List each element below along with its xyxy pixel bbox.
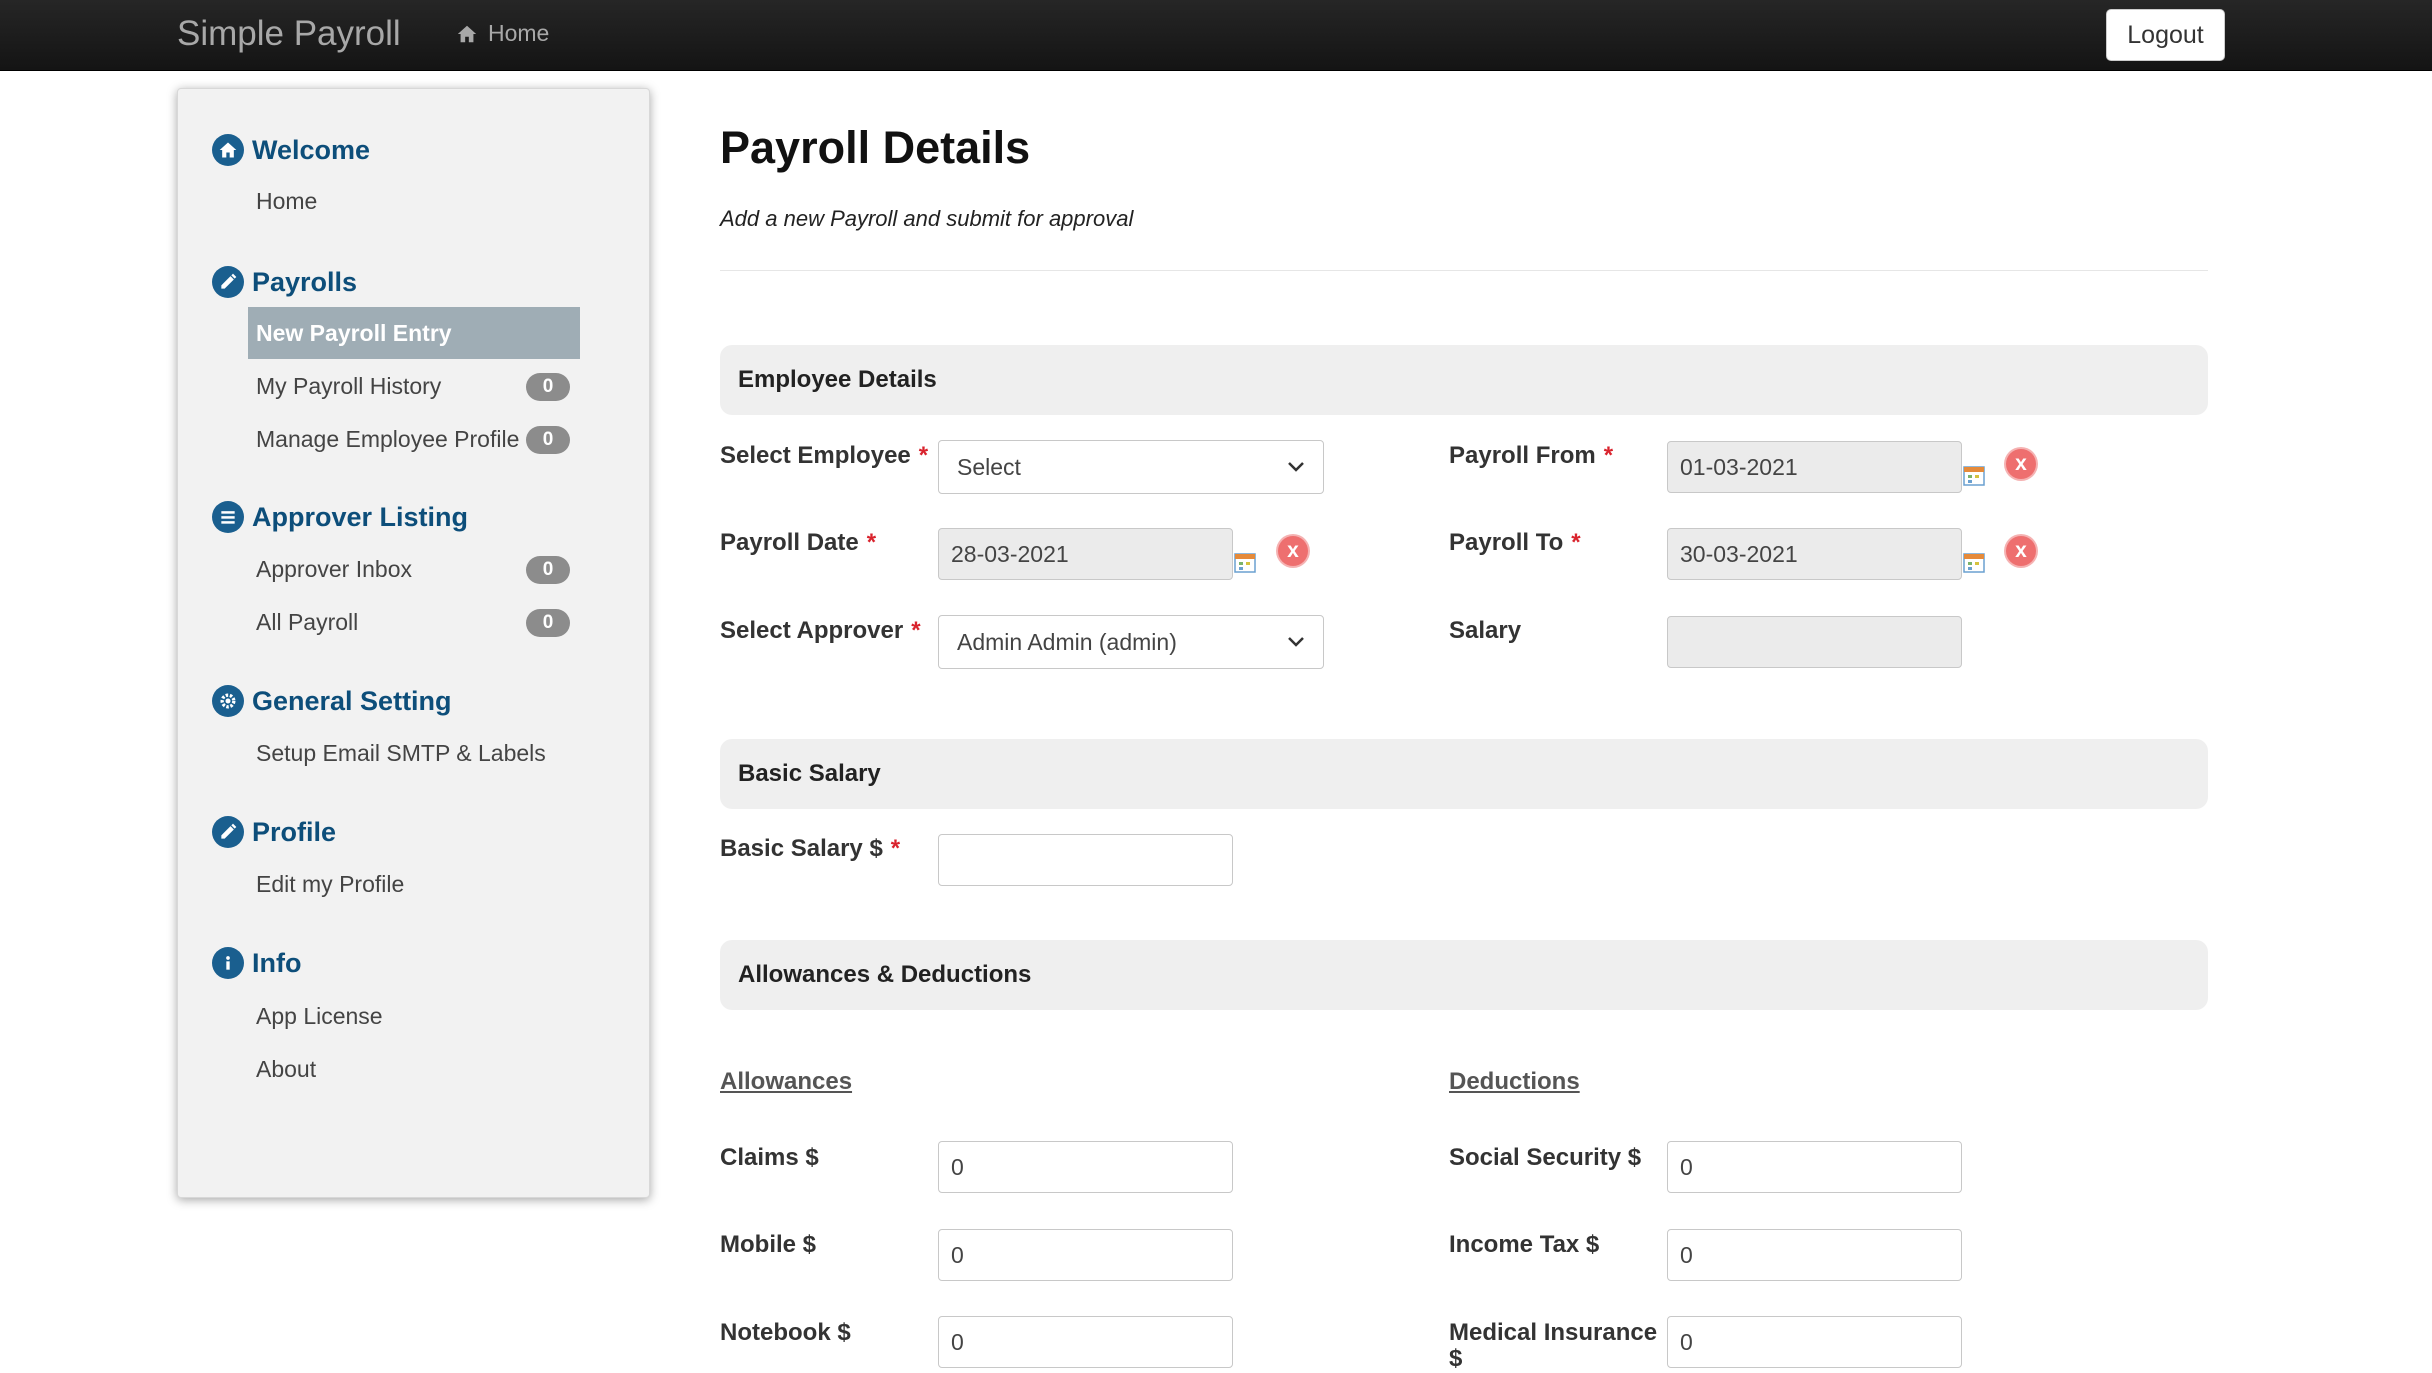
claims-input[interactable]: 0 [938, 1141, 1233, 1193]
sidebar-section-payrolls: Payrolls [212, 266, 357, 298]
sidebar-section-info: Info [212, 947, 301, 979]
clear-payroll-date-icon[interactable]: x [1278, 536, 1308, 566]
page-subtitle: Add a new Payroll and submit for approva… [720, 206, 1134, 231]
required-mark: * [866, 529, 877, 556]
medical-insurance-input[interactable]: 0 [1667, 1316, 1962, 1368]
sidebar-item-app-license[interactable]: App License [248, 990, 578, 1042]
gear-icon [212, 685, 244, 717]
clear-payroll-from-icon[interactable]: x [2006, 449, 2036, 479]
sidebar-item-manage-employee-profile[interactable]: Manage Employee Profile 0 [248, 413, 578, 465]
sidebar-section-title: Info [252, 947, 302, 978]
select-approver-dropdown[interactable]: Admin Admin (admin) [938, 615, 1324, 669]
sidebar-item-my-payroll-history[interactable]: My Payroll History 0 [248, 360, 578, 412]
sidebar-item-label: Manage Employee Profile [256, 425, 520, 452]
section-employee-details: Employee Details [720, 345, 2208, 415]
select-approver-value: Admin Admin (admin) [957, 628, 1177, 655]
sidebar-item-label: Setup Email SMTP & Labels [256, 739, 546, 766]
home-icon [457, 25, 477, 42]
select-employee-dropdown[interactable]: Select [938, 440, 1324, 494]
count-badge: 0 [526, 373, 570, 401]
basic-salary-input[interactable] [938, 834, 1233, 886]
payroll-to-label: Payroll To * [1449, 529, 1581, 556]
calendar-icon[interactable] [1962, 463, 1986, 487]
nav-home-link[interactable]: Home [456, 20, 549, 47]
sidebar-item-all-payroll[interactable]: All Payroll 0 [248, 596, 578, 648]
sidebar: Welcome Home Payrolls New Payroll Entry … [177, 88, 650, 1198]
mobile-label: Mobile $ [720, 1231, 817, 1258]
chevron-down-icon [1288, 637, 1304, 647]
sidebar-item-edit-my-profile[interactable]: Edit my Profile [248, 858, 578, 910]
select-employee-value: Select [957, 453, 1021, 480]
income-tax-label: Income Tax $ [1449, 1231, 1600, 1258]
count-badge: 0 [526, 609, 570, 637]
sidebar-section-approver-listing: Approver Listing [212, 501, 468, 533]
required-mark: * [1603, 442, 1614, 469]
sidebar-section-title: General Setting [252, 685, 452, 716]
home-icon [212, 134, 244, 166]
calendar-icon[interactable] [1233, 550, 1257, 574]
payroll-date-field[interactable]: 28-03-2021 [938, 528, 1233, 580]
logout-button[interactable]: Logout [2106, 9, 2225, 61]
clear-payroll-to-icon[interactable]: x [2006, 536, 2036, 566]
salary-label: Salary [1449, 617, 1522, 644]
divider [720, 270, 2208, 271]
count-badge: 0 [526, 556, 570, 584]
required-mark: * [890, 835, 901, 862]
claims-label: Claims $ [720, 1144, 819, 1171]
sidebar-item-label: Edit my Profile [256, 870, 405, 897]
sidebar-item-home[interactable]: Home [248, 175, 578, 227]
sidebar-item-label: New Payroll Entry [256, 319, 452, 346]
required-mark: * [918, 442, 929, 469]
required-mark: * [911, 617, 921, 644]
required-mark: * [1571, 529, 1581, 556]
sidebar-item-label: Approver Inbox [256, 555, 412, 582]
sidebar-item-label: All Payroll [256, 608, 359, 635]
list-icon [212, 501, 244, 533]
payroll-from-label: Payroll From * [1449, 442, 1614, 469]
salary-field [1667, 616, 1962, 668]
sidebar-item-approver-inbox[interactable]: Approver Inbox 0 [248, 543, 578, 595]
chevron-down-icon [1288, 462, 1304, 472]
sidebar-item-new-payroll-entry[interactable]: New Payroll Entry [248, 307, 580, 359]
payroll-to-field[interactable]: 30-03-2021 [1667, 528, 1962, 580]
sidebar-item-about[interactable]: About [248, 1043, 578, 1095]
basic-salary-label: Basic Salary $ * [720, 835, 901, 862]
calendar-icon[interactable] [1962, 550, 1986, 574]
social-security-label: Social Security $ [1449, 1144, 1642, 1171]
edit-icon [212, 816, 244, 848]
sidebar-section-title: Payrolls [252, 266, 358, 297]
sidebar-item-label: About [256, 1055, 317, 1082]
sidebar-item-label: My Payroll History [256, 372, 442, 399]
social-security-input[interactable]: 0 [1667, 1141, 1962, 1193]
sidebar-item-setup-email-smtp[interactable]: Setup Email SMTP & Labels [248, 727, 578, 779]
brand-title[interactable]: Simple Payroll [177, 14, 401, 54]
notebook-input[interactable]: 0 [938, 1316, 1233, 1368]
sidebar-section-general-setting: General Setting [212, 685, 452, 717]
sidebar-section-title: Profile [252, 816, 337, 847]
sidebar-section-title: Approver Listing [252, 501, 469, 532]
payroll-from-field[interactable]: 01-03-2021 [1667, 441, 1962, 493]
info-icon [212, 947, 244, 979]
mobile-input[interactable]: 0 [938, 1229, 1233, 1281]
sidebar-item-label: Home [256, 187, 318, 214]
medical-insurance-label: Medical Insurance $ [1449, 1319, 1658, 1373]
select-employee-label: Select Employee * [720, 442, 929, 469]
payroll-date-label: Payroll Date * [720, 529, 877, 556]
sidebar-section-profile: Profile [212, 816, 336, 848]
sidebar-item-label: App License [256, 1002, 383, 1029]
deductions-title: Deductions [1449, 1068, 1580, 1095]
section-basic-salary: Basic Salary [720, 739, 2208, 809]
section-allowances-deductions: Allowances & Deductions [720, 940, 2208, 1010]
allowances-title: Allowances [720, 1068, 853, 1095]
page-title: Payroll Details [720, 122, 1031, 173]
top-navbar: Simple Payroll Home Logout [0, 0, 2432, 71]
edit-icon [212, 266, 244, 298]
income-tax-input[interactable]: 0 [1667, 1229, 1962, 1281]
notebook-label: Notebook $ [720, 1319, 851, 1346]
nav-home-label: Home [488, 20, 550, 46]
select-approver-label: Select Approver * [720, 617, 921, 644]
sidebar-section-title: Welcome [252, 134, 371, 165]
sidebar-section-welcome: Welcome [212, 134, 370, 166]
count-badge: 0 [526, 426, 570, 454]
